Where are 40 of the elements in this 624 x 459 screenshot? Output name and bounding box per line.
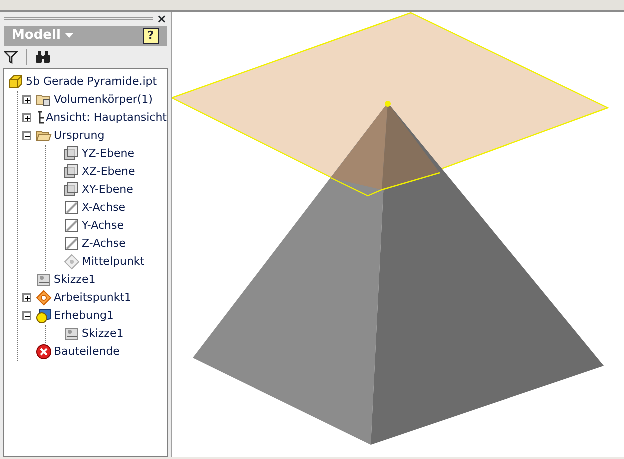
loft-icon bbox=[36, 308, 52, 324]
expand-icon[interactable] bbox=[22, 292, 31, 302]
plane-icon bbox=[64, 182, 80, 198]
axis-icon bbox=[64, 236, 80, 252]
tree-item[interactable]: Ansicht: Hauptansicht bbox=[44, 108, 167, 127]
close-button[interactable]: × bbox=[156, 12, 167, 25]
tree-item[interactable]: Ursprung bbox=[52, 126, 105, 145]
expand-icon[interactable] bbox=[22, 112, 31, 122]
part-icon bbox=[8, 74, 24, 90]
stop-icon bbox=[36, 344, 52, 360]
tree-item[interactable]: Arbeitspunkt1 bbox=[52, 288, 132, 307]
collapse-icon[interactable] bbox=[22, 310, 31, 320]
panel-grip[interactable] bbox=[4, 17, 153, 20]
plane-icon bbox=[64, 146, 80, 162]
expand-icon[interactable] bbox=[22, 94, 31, 104]
tree-item[interactable]: Erhebung1 bbox=[52, 306, 114, 325]
diamond-icon bbox=[36, 290, 52, 306]
tree-item[interactable]: Mittelpunkt bbox=[80, 252, 145, 271]
axis-icon bbox=[64, 218, 80, 234]
binoculars-icon[interactable] bbox=[35, 50, 51, 64]
sketch-icon bbox=[64, 326, 80, 342]
tree-item[interactable]: X-Achse bbox=[80, 198, 126, 217]
sketch-icon bbox=[36, 272, 52, 288]
tree-item[interactable]: YZ-Ebene bbox=[80, 144, 134, 163]
tree-item[interactable]: 5b Gerade Pyramide.ipt bbox=[24, 72, 158, 91]
view-icon bbox=[36, 110, 44, 126]
tree-item[interactable]: XY-Ebene bbox=[80, 180, 134, 199]
tree-item[interactable]: Y-Achse bbox=[80, 216, 124, 235]
tree-item[interactable]: Z-Achse bbox=[80, 234, 126, 253]
filter-icon[interactable] bbox=[4, 50, 18, 64]
collapse-icon[interactable] bbox=[22, 130, 31, 140]
tree-item[interactable]: Bauteilende bbox=[52, 342, 120, 361]
tree-item[interactable]: XZ-Ebene bbox=[80, 162, 136, 181]
axis-icon bbox=[64, 200, 80, 216]
tree-item[interactable]: Skizze1 bbox=[80, 324, 124, 343]
point-icon bbox=[64, 254, 80, 270]
plane-icon bbox=[64, 164, 80, 180]
tree-item[interactable]: Skizze1 bbox=[52, 270, 96, 289]
tree-item[interactable]: Volumenkörper(1) bbox=[52, 90, 153, 109]
help-icon[interactable]: ? bbox=[143, 28, 159, 44]
